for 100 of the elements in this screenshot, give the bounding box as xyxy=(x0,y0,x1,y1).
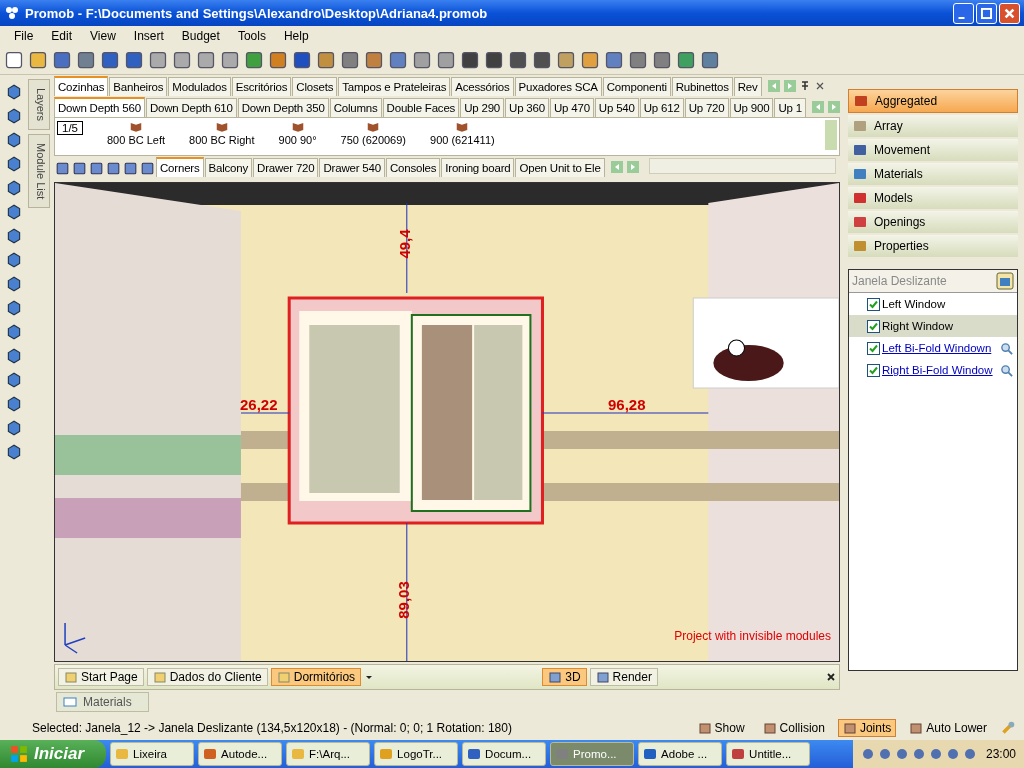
status-tool-button[interactable]: Show xyxy=(692,718,750,737)
category-tab[interactable]: Closets xyxy=(292,77,338,96)
panel-button[interactable]: Materials xyxy=(848,163,1018,185)
menu-item[interactable]: View xyxy=(82,27,124,45)
subcategory-tab[interactable]: Up 470 xyxy=(549,98,594,117)
item-label[interactable]: 750 (620069) xyxy=(340,134,407,146)
taskbar-button[interactable]: Autode... xyxy=(198,742,283,766)
maximize-button[interactable] xyxy=(976,2,997,24)
category-tab[interactable]: Rev xyxy=(733,77,762,96)
group-tab[interactable]: Balcony xyxy=(204,158,253,177)
subcategory-tab[interactable]: Double Faces xyxy=(382,98,460,117)
minimize-button[interactable] xyxy=(953,2,974,24)
subcategory-tab[interactable]: Down Depth 350 xyxy=(237,98,329,117)
item-label[interactable]: 900 90° xyxy=(278,134,317,146)
subcategory-tab[interactable]: Up 900 xyxy=(729,98,774,117)
materials-tab[interactable]: Materials xyxy=(56,692,149,712)
taskbar-button[interactable]: Adobe ... xyxy=(638,742,723,766)
panel-button[interactable]: Array xyxy=(848,115,1018,137)
menu-item[interactable]: Help xyxy=(275,27,317,45)
panel-button[interactable]: Models xyxy=(848,187,1018,209)
app-icon xyxy=(643,747,658,761)
item-label[interactable]: 900 (621411) xyxy=(430,134,495,146)
subcategory-tab[interactable]: Up 290 xyxy=(460,98,505,117)
panel-button[interactable]: Properties xyxy=(848,235,1018,257)
taskbar-button[interactable]: Promo... xyxy=(550,742,635,766)
category-tab[interactable]: Rubinettos xyxy=(671,77,733,96)
group-tab[interactable]: Open Unit to Ele xyxy=(515,158,605,177)
window-title: Promob - F:\Documents and Settings\Alexandro\Desktop\Adriana4.promob xyxy=(25,5,489,21)
subcategory-tab[interactable]: Up 540 xyxy=(594,98,639,117)
taskbar-button[interactable]: Docum... xyxy=(462,742,547,766)
subcategory-tab[interactable]: Up 360 xyxy=(505,98,549,117)
document-tab[interactable]: Dormitórios xyxy=(270,668,362,686)
category-tab[interactable]: Cozinhas xyxy=(54,76,109,96)
view-button[interactable]: 3D xyxy=(542,668,587,686)
taskbar-button[interactable]: LogoTr... xyxy=(374,742,459,766)
subcategory-tab[interactable]: Up 612 xyxy=(639,98,684,117)
close-button[interactable] xyxy=(999,2,1020,24)
side-tab[interactable]: Layers xyxy=(28,79,50,131)
windows-logo-icon xyxy=(10,745,28,763)
item-label[interactable]: 800 BC Right xyxy=(189,134,255,146)
menu-item[interactable]: Insert xyxy=(125,27,172,45)
category-tab[interactable]: Tampos e Prateleiras xyxy=(338,77,451,96)
menu-item[interactable]: Edit xyxy=(43,27,81,45)
app-icon xyxy=(115,747,130,761)
status-tool-button[interactable]: Joints xyxy=(837,718,897,737)
search-icon[interactable] xyxy=(1000,363,1013,377)
app-icon xyxy=(291,747,306,761)
group-tab[interactable]: Ironing board xyxy=(441,158,515,177)
scrollbar[interactable] xyxy=(825,120,837,150)
side-tab[interactable]: Module List xyxy=(28,134,50,209)
status-tool-button[interactable]: Collision xyxy=(757,718,830,737)
status-tool-button[interactable]: Auto Lower xyxy=(904,718,992,737)
tree-row[interactable]: Left Bi-Fold Windown xyxy=(849,337,1017,359)
category-tab[interactable]: Escritórios xyxy=(231,77,292,96)
document-tab[interactable]: Start Page xyxy=(58,668,144,686)
category-tab[interactable]: Puxadores SCA xyxy=(514,77,602,96)
link[interactable]: Right Bi-Fold Window xyxy=(882,364,998,376)
checkbox[interactable] xyxy=(867,297,880,311)
menu-item[interactable]: Tools xyxy=(229,27,274,45)
view-button[interactable]: Render xyxy=(589,668,658,686)
taskbar-button[interactable]: F:\Arq... xyxy=(286,742,371,766)
panel-button[interactable]: Openings xyxy=(848,211,1018,233)
panel-button[interactable]: Aggregated xyxy=(848,89,1018,113)
category-tab[interactable]: Acessórios xyxy=(451,77,514,96)
category-tab[interactable]: Banheiros xyxy=(109,77,168,96)
subcategory-tab[interactable]: Up 720 xyxy=(684,98,729,117)
menu-item[interactable]: File xyxy=(6,27,42,45)
document-tab[interactable]: Dados do Cliente xyxy=(146,668,268,686)
close-icon[interactable] xyxy=(826,672,836,682)
subcategory-tab[interactable]: Columns xyxy=(329,98,382,117)
category-tab[interactable]: Modulados xyxy=(168,77,231,96)
item-label[interactable]: 800 BC Left xyxy=(107,134,166,146)
subcategory-tab[interactable]: Up 1 xyxy=(774,98,806,117)
subcategory-tab[interactable]: Down Depth 610 xyxy=(145,98,237,117)
group-tab[interactable]: Consoles xyxy=(385,158,441,177)
dimension-label: 26,22 xyxy=(240,396,278,414)
taskbar-button[interactable]: Lixeira xyxy=(110,742,195,766)
link[interactable]: Left Bi-Fold Windown xyxy=(882,342,998,354)
group-tab[interactable]: Drawer 540 xyxy=(319,158,385,177)
subcategory-tab[interactable]: Down Depth 560 xyxy=(54,97,145,117)
app-icon xyxy=(203,747,218,761)
checkbox[interactable] xyxy=(867,319,880,333)
tree-row[interactable]: Right Window xyxy=(849,315,1017,337)
group-tab[interactable]: Drawer 720 xyxy=(253,158,319,177)
search-icon[interactable] xyxy=(1000,341,1013,355)
tree-row[interactable]: Right Bi-Fold Window xyxy=(849,359,1017,381)
panel-button[interactable]: Movement xyxy=(848,139,1018,161)
category-tab[interactable]: Componenti xyxy=(602,77,671,96)
tree-label: Right Window xyxy=(882,320,954,332)
scrollbar[interactable] xyxy=(648,158,836,174)
app-icon[interactable] xyxy=(911,747,926,761)
tree-row[interactable]: Left Window xyxy=(849,293,1017,315)
taskbar-button[interactable]: Untitle... xyxy=(726,742,811,766)
close-icon xyxy=(1003,6,1016,20)
checkbox[interactable] xyxy=(867,363,880,377)
checkbox[interactable] xyxy=(867,341,880,355)
tree-label: Left Window xyxy=(882,298,947,310)
group-tab[interactable]: Corners xyxy=(156,157,204,177)
menu-item[interactable]: Budget xyxy=(173,27,228,45)
dimension-label: 89,03 xyxy=(394,581,413,619)
